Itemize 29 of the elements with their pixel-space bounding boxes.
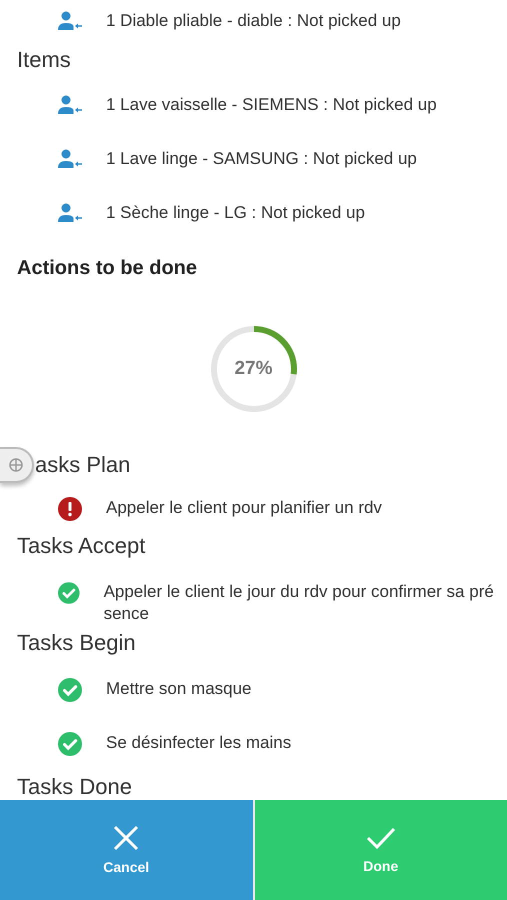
section-heading: Tasks Begin [17,630,136,656]
item-text: 1 Lave linge - SAMSUNG : Not picked up [106,149,417,169]
person-arrow-icon [58,11,82,31]
close-icon [113,825,140,851]
task-text: Appeler le client pour planifier un rdv [106,497,382,519]
section-heading: asks Plan [35,452,130,478]
section-heading: Items [17,47,71,73]
progress-label: 27% [234,358,273,380]
task-text: Se désinfecter les mains [106,732,292,754]
check-circle-icon [58,732,82,756]
check-icon [366,826,396,850]
section-heading: Tasks Accept [17,533,146,559]
task-text: Mettre son masque [106,678,252,700]
section-heading: Actions to be done [16,256,198,280]
person-arrow-icon [58,203,82,223]
section-heading: Tasks Done [17,774,132,800]
error-icon [58,497,82,521]
drag-handle[interactable] [0,447,34,483]
task-text: Appeler le client le jour du rdv pour confirmer sa présence [104,581,495,625]
person-arrow-icon [58,95,82,115]
cancel-button[interactable]: Cancel [0,800,252,900]
grid-icon [9,458,23,472]
item-text: 1 Lave vaisselle - SIEMENS : Not picked up [106,95,437,115]
person-arrow-icon [58,149,82,169]
done-button[interactable]: Done [254,800,507,900]
item-text: 1 Diable pliable - diable : Not picked up [106,11,401,31]
item-text: 1 Sèche linge - LG : Not picked up [106,203,365,223]
check-circle-icon [58,678,82,702]
check-circle-icon [58,581,80,605]
